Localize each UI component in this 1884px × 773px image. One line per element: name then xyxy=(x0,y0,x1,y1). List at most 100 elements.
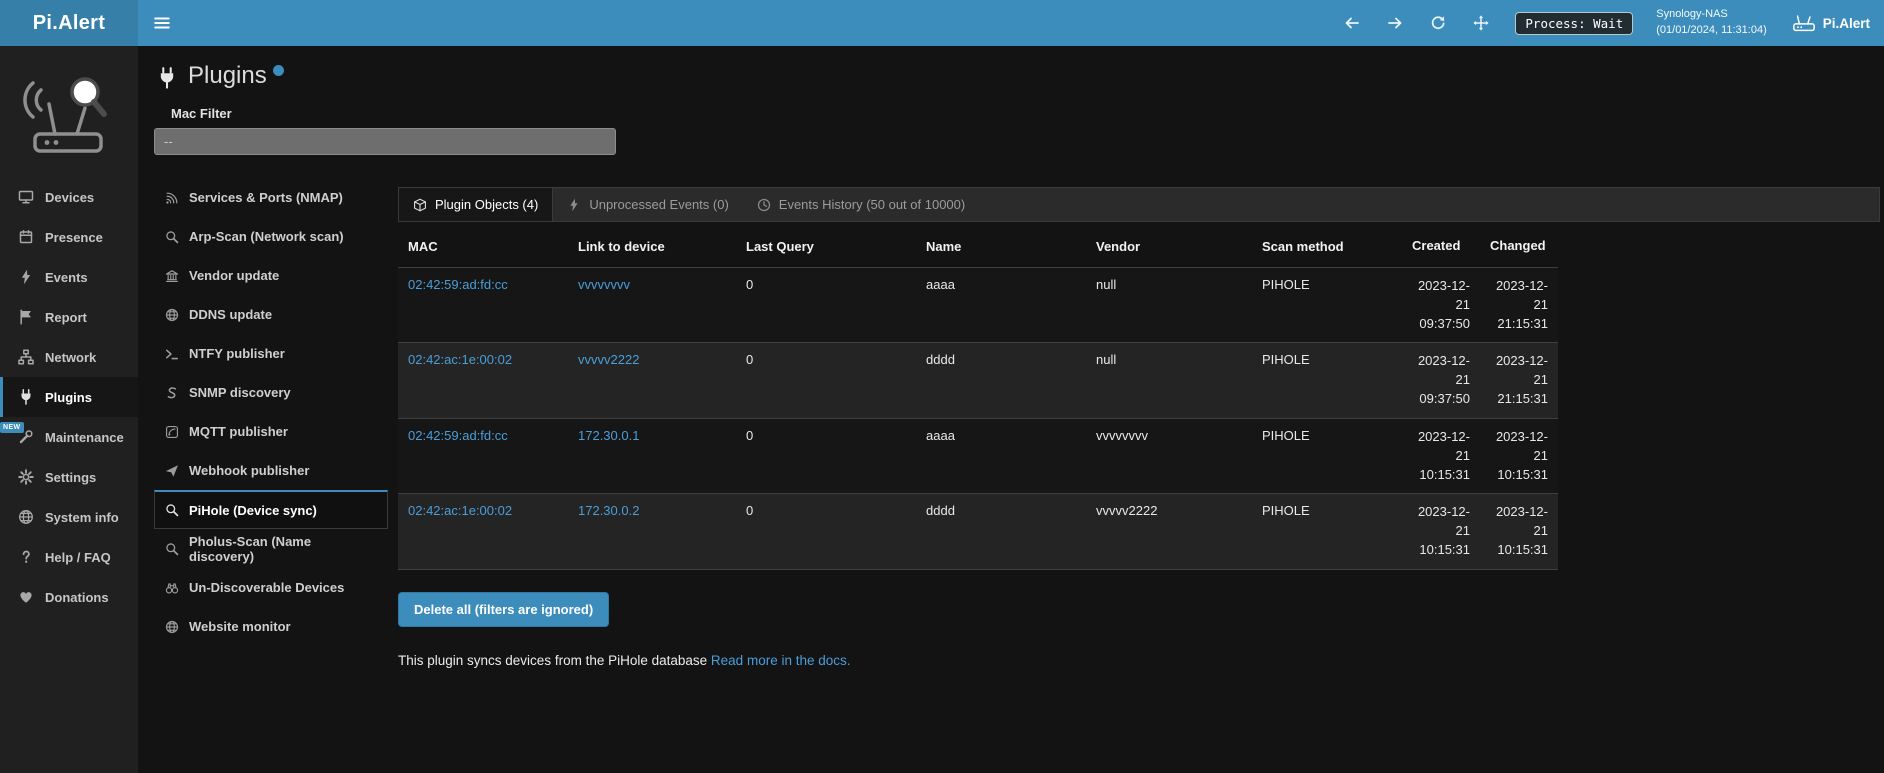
docs-link[interactable]: Read more in the docs. xyxy=(711,653,851,668)
created-cell: 2023-12-21 10:15:31 xyxy=(1402,494,1480,570)
sidebar-item-label: Maintenance xyxy=(45,430,124,445)
sidebar-item-report[interactable]: Report xyxy=(0,297,138,337)
calendar-icon xyxy=(18,229,34,245)
refresh-button[interactable] xyxy=(1425,8,1451,38)
tab-unprocessed-events[interactable]: Unprocessed Events (0) xyxy=(553,188,742,221)
tab-plugin-objects[interactable]: Plugin Objects (4) xyxy=(399,188,553,221)
history-forward-button[interactable] xyxy=(1382,8,1408,38)
changed-cell: 2023-12-21 21:15:31 xyxy=(1480,343,1558,419)
plugin-nav-item-website-monitor[interactable]: Website monitor xyxy=(154,607,388,646)
plugin-nav-item-mqtt[interactable]: MQTT publisher xyxy=(154,412,388,451)
sidebar-item-label: Events xyxy=(45,270,88,285)
send-icon xyxy=(165,464,179,478)
table-header-row: MAC Link to device Last Query Name Vendo… xyxy=(398,228,1558,267)
plugin-nav-label: Services & Ports (NMAP) xyxy=(189,190,343,205)
changed-cell: 2023-12-21 10:15:31 xyxy=(1480,418,1558,494)
globe-icon xyxy=(165,308,179,322)
col-header-changed: Changed xyxy=(1480,228,1558,267)
table-row: 02:42:ac:1e:00:02 172.30.0.2 0 dddd vvvv… xyxy=(398,494,1558,570)
last-query-cell: 0 xyxy=(736,418,916,494)
tab-events-history[interactable]: Events History (50 out of 10000) xyxy=(743,188,979,221)
cube-icon xyxy=(413,198,427,212)
vendor-cell: vvvvvvvv xyxy=(1086,418,1252,494)
mac-filter-input[interactable] xyxy=(154,128,616,155)
mac-link[interactable]: 02:42:ac:1e:00:02 xyxy=(408,503,512,518)
question-icon xyxy=(18,549,34,565)
plugin-nav-item-webhook[interactable]: Webhook publisher xyxy=(154,451,388,490)
changed-cell: 2023-12-21 10:15:31 xyxy=(1480,494,1558,570)
sidebar-item-settings[interactable]: Settings xyxy=(0,457,138,497)
plugin-nav-item-pholus[interactable]: Pholus-Scan (Name discovery) xyxy=(154,529,388,568)
plugin-nav-item-pihole[interactable]: PiHole (Device sync) xyxy=(154,490,388,529)
plugin-nav-item-arpscan[interactable]: Arp-Scan (Network scan) xyxy=(154,217,388,256)
sidebar-logo xyxy=(0,46,138,177)
bolt-icon xyxy=(18,269,34,285)
plugin-nav-item-ddns[interactable]: DDNS update xyxy=(154,295,388,334)
sidebar-item-plugins[interactable]: Plugins xyxy=(0,377,138,417)
scan-method-cell: PIHOLE xyxy=(1252,418,1402,494)
app-mini-brand[interactable]: Pi.Alert xyxy=(1792,13,1870,33)
sidebar-item-donations[interactable]: Donations xyxy=(0,577,138,617)
plugin-nav-item-vendor-update[interactable]: Vendor update xyxy=(154,256,388,295)
page-title: Plugins xyxy=(188,62,267,90)
terminal-icon xyxy=(165,347,179,361)
name-cell: aaaa xyxy=(916,418,1086,494)
created-cell: 2023-12-21 09:37:50 xyxy=(1402,343,1480,419)
col-header-link: Link to device xyxy=(568,228,736,267)
plugin-nav-list: Services & Ports (NMAP) Arp-Scan (Networ… xyxy=(154,178,388,668)
vendor-cell: null xyxy=(1086,343,1252,419)
sidebar-item-label: System info xyxy=(45,510,119,525)
plugin-nav-item-snmp[interactable]: SNMP discovery xyxy=(154,373,388,412)
fullscreen-move-button[interactable] xyxy=(1468,8,1494,38)
device-link[interactable]: vvvvvvvv xyxy=(578,277,630,292)
binoculars-icon xyxy=(165,581,179,595)
sidebar-item-presence[interactable]: Presence xyxy=(0,217,138,257)
plugin-objects-table: MAC Link to device Last Query Name Vendo… xyxy=(398,228,1558,570)
device-link[interactable]: vvvvv2222 xyxy=(578,352,639,367)
plug-icon xyxy=(18,389,34,405)
plugin-tabs: Plugin Objects (4) Unprocessed Events (0… xyxy=(398,187,1880,222)
vendor-cell: vvvvv2222 xyxy=(1086,494,1252,570)
col-header-last-query: Last Query xyxy=(736,228,916,267)
host-info: Synology-NAS (01/01/2024, 11:31:04) xyxy=(1656,7,1767,39)
search-icon xyxy=(165,230,179,244)
device-link[interactable]: 172.30.0.1 xyxy=(578,428,639,443)
sidebar-item-label: Devices xyxy=(45,190,94,205)
tab-label: Plugin Objects (4) xyxy=(435,197,538,212)
sidebar-toggle-button[interactable] xyxy=(138,0,186,46)
sidebar-item-system-info[interactable]: System info xyxy=(0,497,138,537)
app-mini-label: Pi.Alert xyxy=(1823,16,1870,31)
device-link[interactable]: 172.30.0.2 xyxy=(578,503,639,518)
plugin-description: This plugin syncs devices from the PiHol… xyxy=(398,653,1880,668)
plugin-nav-item-nmap[interactable]: Services & Ports (NMAP) xyxy=(154,178,388,217)
table-row: 02:42:59:ad:fd:cc vvvvvvvv 0 aaaa null P… xyxy=(398,267,1558,343)
mac-filter-section: Mac Filter xyxy=(154,106,1880,155)
sidebar-item-devices[interactable]: Devices xyxy=(0,177,138,217)
sidebar-item-network[interactable]: Network xyxy=(0,337,138,377)
tab-label: Events History (50 out of 10000) xyxy=(779,197,965,212)
mac-link[interactable]: 02:42:ac:1e:00:02 xyxy=(408,352,512,367)
globe-icon xyxy=(165,620,179,634)
host-name: Synology-NAS xyxy=(1656,7,1767,23)
created-cell: 2023-12-21 10:15:31 xyxy=(1402,418,1480,494)
delete-all-button[interactable]: Delete all (filters are ignored) xyxy=(398,592,609,627)
app-logo[interactable]: Pi.Alert xyxy=(0,0,138,46)
vendor-cell: null xyxy=(1086,267,1252,343)
desktop-icon xyxy=(18,189,34,205)
sidebar-item-events[interactable]: Events xyxy=(0,257,138,297)
mac-link[interactable]: 02:42:59:ad:fd:cc xyxy=(408,277,508,292)
plugin-nav-label: Pholus-Scan (Name discovery) xyxy=(189,534,377,564)
mac-link[interactable]: 02:42:59:ad:fd:cc xyxy=(408,428,508,443)
top-navbar: Pi.Alert Process: Wait Synology-NAS (01/… xyxy=(0,0,1884,46)
history-back-button[interactable] xyxy=(1339,8,1365,38)
gear-icon xyxy=(18,469,34,485)
sidebar-item-help-faq[interactable]: Help / FAQ xyxy=(0,537,138,577)
plugin-nav-item-undiscoverable[interactable]: Un-Discoverable Devices xyxy=(154,568,388,607)
plugin-nav-label: PiHole (Device sync) xyxy=(189,503,317,518)
refresh-icon xyxy=(1430,15,1446,31)
sidebar-item-label: Network xyxy=(45,350,96,365)
sidebar-item-label: Settings xyxy=(45,470,96,485)
building-icon xyxy=(165,269,179,283)
plugin-detail-panel: Plugin Objects (4) Unprocessed Events (0… xyxy=(398,187,1880,668)
plugin-nav-item-ntfy[interactable]: NTFY publisher xyxy=(154,334,388,373)
